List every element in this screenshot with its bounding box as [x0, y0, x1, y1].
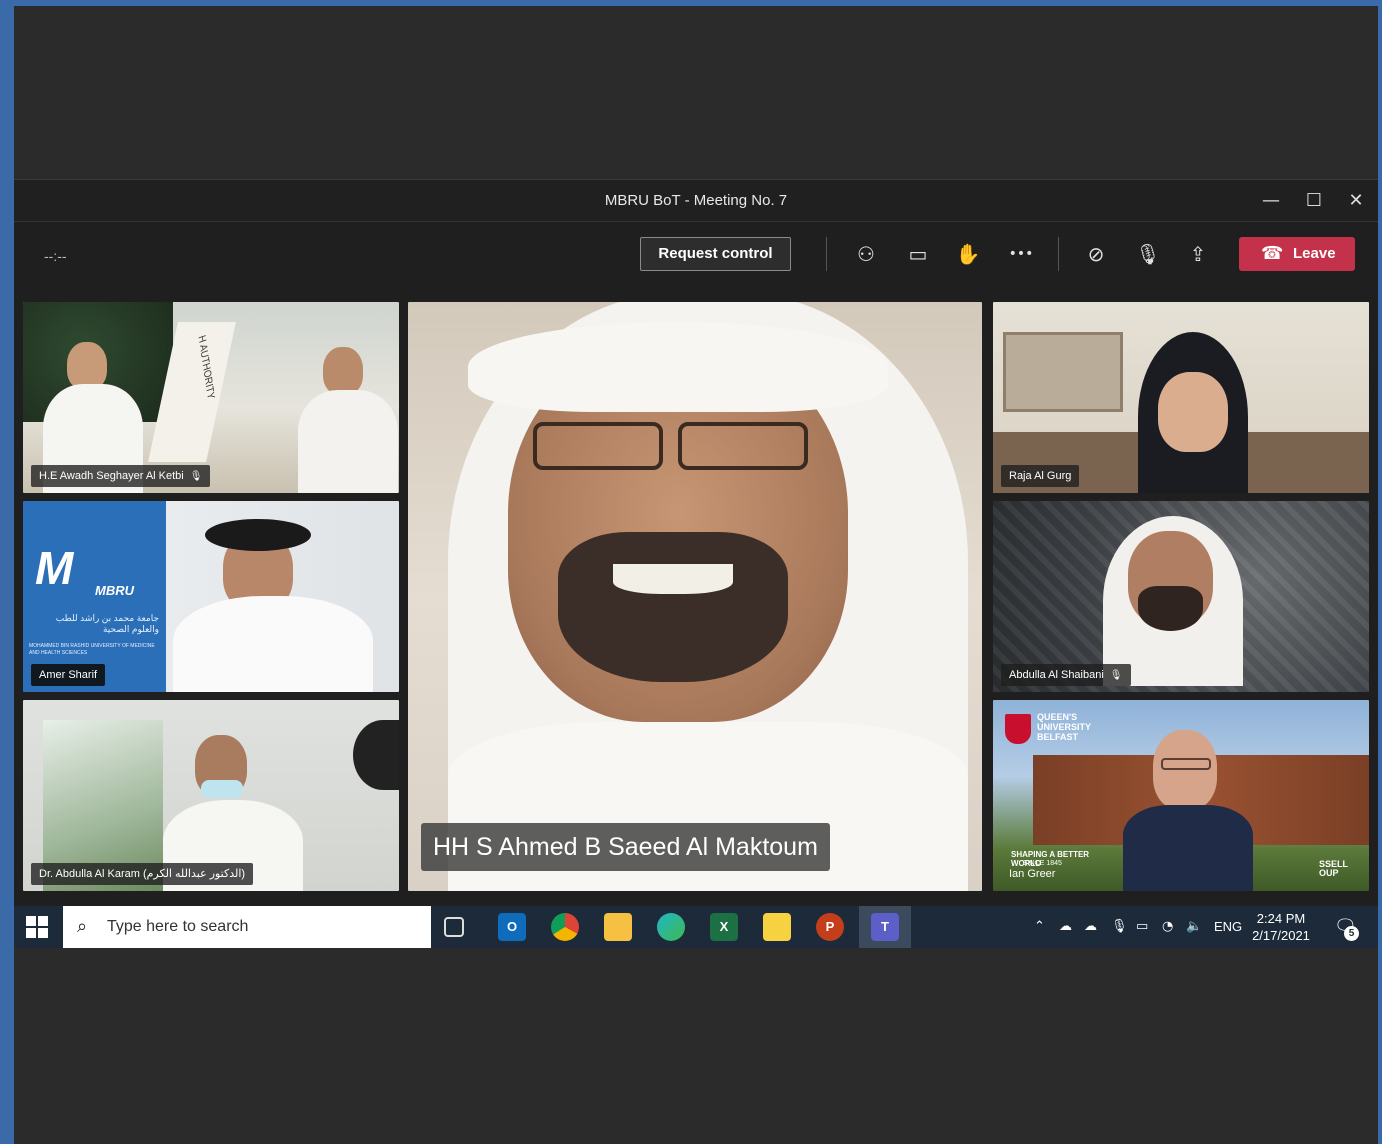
edge-icon[interactable] [657, 913, 685, 941]
search-placeholder: Type here to search [107, 918, 249, 935]
windows-start-icon[interactable] [26, 916, 48, 938]
agal [205, 519, 311, 551]
participant-name: Abdulla Al Shaibani [1009, 669, 1104, 681]
participant-name: H.E Awadh Seghayer Al Ketbi [39, 470, 184, 482]
participant-name-tag: Amer Sharif [31, 664, 106, 686]
smile [613, 564, 733, 594]
participant-body [173, 596, 373, 692]
participant-name-tag: Dr. Abdulla Al Karam (الدكتور عبدالله ال… [31, 863, 254, 885]
request-control-button[interactable]: Request control [640, 237, 791, 271]
file-explorer-icon[interactable] [604, 913, 632, 941]
teams-meeting-window: MBRU BoT - Meeting No. 7 — ☐ ✕ --:-- Req… [14, 179, 1378, 907]
qub-partial-text: SSELL OUP [1319, 859, 1348, 878]
participant-face [1158, 372, 1228, 452]
participant-name-tag: Abdulla Al Shaibani 🎙 [1001, 664, 1131, 686]
participant-tile[interactable]: H AUTHORITY H.E Awadh Seghayer Al Ketbi 🎙 [23, 302, 399, 493]
beard [1138, 586, 1203, 631]
people-icon[interactable]: ⚇ [852, 240, 880, 268]
teams-taskbar-button[interactable]: T [859, 906, 911, 948]
maximize-button[interactable]: ☐ [1299, 188, 1329, 214]
glasses-right-lens [678, 422, 808, 470]
clock-time: 2:24 PM [1256, 911, 1306, 926]
participant-body [298, 390, 398, 493]
outlook-icon[interactable]: O [498, 913, 526, 941]
toolbar-divider [826, 237, 827, 271]
mbru-logo-mark: M [35, 542, 74, 594]
powerpoint-icon[interactable]: P [816, 913, 844, 941]
participant-tile[interactable]: Dr. Abdulla Al Karam (الدكتور عبدالله ال… [23, 700, 399, 891]
volume-icon[interactable]: 🔈 [1186, 906, 1202, 948]
share-screen-icon[interactable]: ⇪ [1184, 240, 1212, 268]
language-indicator[interactable]: ENG [1214, 906, 1242, 948]
taskbar-clock[interactable]: 2:24 PM 2/17/2021 [1246, 910, 1316, 944]
participant-head [323, 347, 363, 395]
active-speaker-name-tag: HH S Ahmed B Saeed Al Maktoum [421, 823, 830, 871]
desktop-screen: MBRU BoT - Meeting No. 7 — ☐ ✕ --:-- Req… [14, 6, 1378, 1144]
participant-tile[interactable]: Raja Al Gurg [993, 302, 1369, 493]
clock-date: 2/17/2021 [1252, 928, 1310, 943]
wall-picture [1003, 332, 1123, 412]
active-speaker-tile[interactable]: HH S Ahmed B Saeed Al Maktoum [408, 302, 982, 891]
raise-hand-icon[interactable]: ✋ [954, 240, 982, 268]
more-options-icon[interactable]: ••• [1004, 240, 1038, 268]
glasses-left-lens [533, 422, 663, 470]
participant-face [1153, 730, 1217, 810]
minimize-button[interactable]: — [1256, 188, 1286, 214]
wifi-icon[interactable]: ◔ [1162, 906, 1173, 948]
microphone-icon[interactable]: 🎙 [1111, 906, 1128, 948]
qub-name: QUEEN'S UNIVERSITY BELFAST [1037, 712, 1091, 742]
video-grid: H AUTHORITY H.E Awadh Seghayer Al Ketbi 🎙… [14, 302, 1378, 894]
qub-crest-icon [1005, 714, 1031, 744]
muted-mic-icon: 🎙 [189, 471, 203, 482]
chrome-icon[interactable] [551, 913, 579, 941]
beard [558, 532, 788, 682]
task-view-icon[interactable] [444, 917, 464, 937]
mbru-arabic-text: جامعة محمد بن راشد للطب والعلوم الصحية [55, 613, 159, 634]
window-titlebar: MBRU BoT - Meeting No. 7 — ☐ ✕ [14, 180, 1378, 222]
taskbar-search-box[interactable]: ⌕ Type here to search [63, 906, 431, 948]
chat-icon[interactable]: ▭ [904, 240, 932, 268]
leave-label: Leave [1293, 245, 1336, 262]
ghutra-top [468, 322, 888, 412]
onedrive-icon[interactable]: ☁ [1059, 906, 1072, 948]
mbru-logo-text: MBRU [95, 583, 134, 598]
toolbar-divider [1058, 237, 1059, 271]
close-button[interactable]: ✕ [1341, 188, 1371, 214]
suit [1123, 805, 1253, 891]
participant-tile[interactable]: QUEEN'S UNIVERSITY BELFAST SHAPING A BET… [993, 700, 1369, 891]
phone-hangup-icon: ☎ [1261, 243, 1284, 264]
authority-text: H AUTHORITY [195, 334, 217, 401]
active-speaker-name: HH S Ahmed B Saeed Al Maktoum [433, 833, 818, 861]
mic-off-icon[interactable]: 🎙 [1134, 240, 1162, 268]
leave-button[interactable]: ☎ Leave [1239, 237, 1355, 271]
participant-name: Ian Greer [1009, 868, 1056, 880]
participant-name: Raja Al Gurg [1009, 470, 1072, 482]
participant-tile[interactable]: Abdulla Al Shaibani 🎙 [993, 501, 1369, 692]
teams-icon: T [871, 913, 899, 941]
meeting-toolbar: --:-- Request control ⚇ ▭ ✋ ••• ⊘ 🎙 ⇪ ☎ … [14, 222, 1378, 292]
participant-name-tag: Ian Greer [1001, 863, 1063, 885]
search-icon: ⌕ [77, 916, 88, 937]
meeting-timer: --:-- [44, 248, 67, 264]
excel-icon[interactable]: X [710, 913, 738, 941]
face-mask [201, 780, 243, 798]
participant-name-tag: Raja Al Gurg [1001, 465, 1080, 487]
participant-head [67, 342, 107, 390]
glasses [1161, 758, 1211, 770]
muted-mic-icon: 🎙 [1109, 670, 1123, 681]
participant-tile[interactable]: M MBRU جامعة محمد بن راشد للطب والعلوم ا… [23, 501, 399, 692]
battery-icon[interactable]: ▭ [1136, 906, 1148, 948]
sticky-notes-icon[interactable] [763, 913, 791, 941]
show-hidden-icons-icon[interactable]: ⌃ [1034, 906, 1045, 948]
mbru-english-text: MOHAMMED BIN RASHID UNIVERSITY OF MEDICI… [29, 643, 155, 656]
participant-name: Amer Sharif [39, 669, 98, 681]
participant-name: Dr. Abdulla Al Karam (الدكتور عبدالله ال… [39, 868, 246, 880]
windows-taskbar: ⌕ Type here to search O X P T ⌃ ☁ ☁ 🎙 ▭ … [14, 906, 1378, 948]
notification-count-badge: 5 [1344, 926, 1359, 941]
participant-name-tag: H.E Awadh Seghayer Al Ketbi 🎙 [31, 465, 211, 487]
cloud-icon[interactable]: ☁ [1084, 906, 1097, 948]
camera-off-icon[interactable]: ⊘ [1082, 240, 1110, 268]
window-title: MBRU BoT - Meeting No. 7 [604, 192, 788, 209]
